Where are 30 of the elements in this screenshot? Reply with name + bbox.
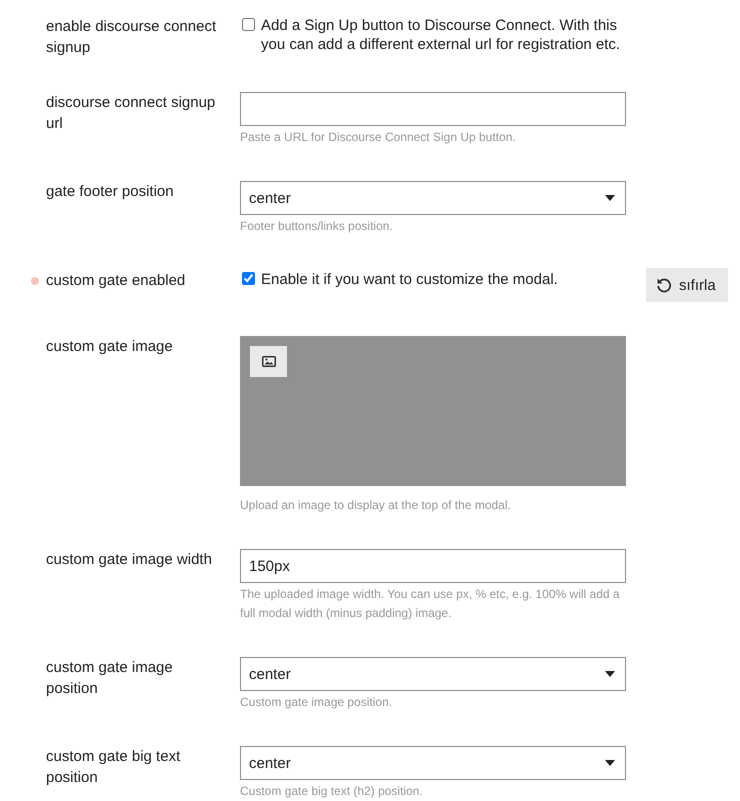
help-text: Upload an image to display at the top of the modal. [240, 497, 512, 514]
dropdown[interactable]: center [240, 181, 626, 215]
input-field[interactable] [240, 92, 626, 126]
setting-label: custom gate image width [46, 550, 213, 570]
setting-label: custom gate image [46, 337, 174, 357]
setting-label: enable discourse connect signup [46, 17, 218, 58]
upload-button[interactable] [250, 346, 287, 377]
checkbox[interactable] [242, 272, 255, 285]
checkbox[interactable] [242, 18, 255, 31]
caret-icon [605, 760, 615, 766]
checkbox-label: Enable it if you want to customize the modal. [261, 270, 559, 289]
dropdown[interactable]: center [240, 657, 626, 691]
help-text: Custom gate image position. [240, 694, 394, 711]
caret-icon [605, 671, 615, 677]
setting-label: discourse connect signup url [46, 93, 216, 134]
image-icon [262, 356, 276, 367]
help-text: Paste a URL for Discourse Connect Sign Up button. [240, 129, 517, 146]
setting-label: custom gate image position [46, 658, 174, 699]
setting-label: gate footer position [46, 182, 175, 202]
help-text: Footer buttons/links position. [240, 218, 394, 235]
help-text: Custom gate big text (h2) position. [240, 783, 424, 800]
setting-label: custom gate enabled [46, 271, 186, 291]
input-field[interactable]: 150px [240, 549, 626, 583]
undo-icon [656, 277, 672, 293]
setting-label: custom gate big text position [46, 747, 182, 788]
caret-icon [605, 195, 615, 201]
reset-button[interactable]: sıfırla [646, 268, 728, 302]
checkbox-label: Add a Sign Up button to Discourse Connect. With this you can add a different external url for registration etc. [261, 16, 622, 54]
help-text: The uploaded image width. You can use px, % etc, e.g. 100% will add a full modal width (minus padding) image. [240, 586, 621, 622]
dropdown[interactable]: center [240, 746, 626, 780]
